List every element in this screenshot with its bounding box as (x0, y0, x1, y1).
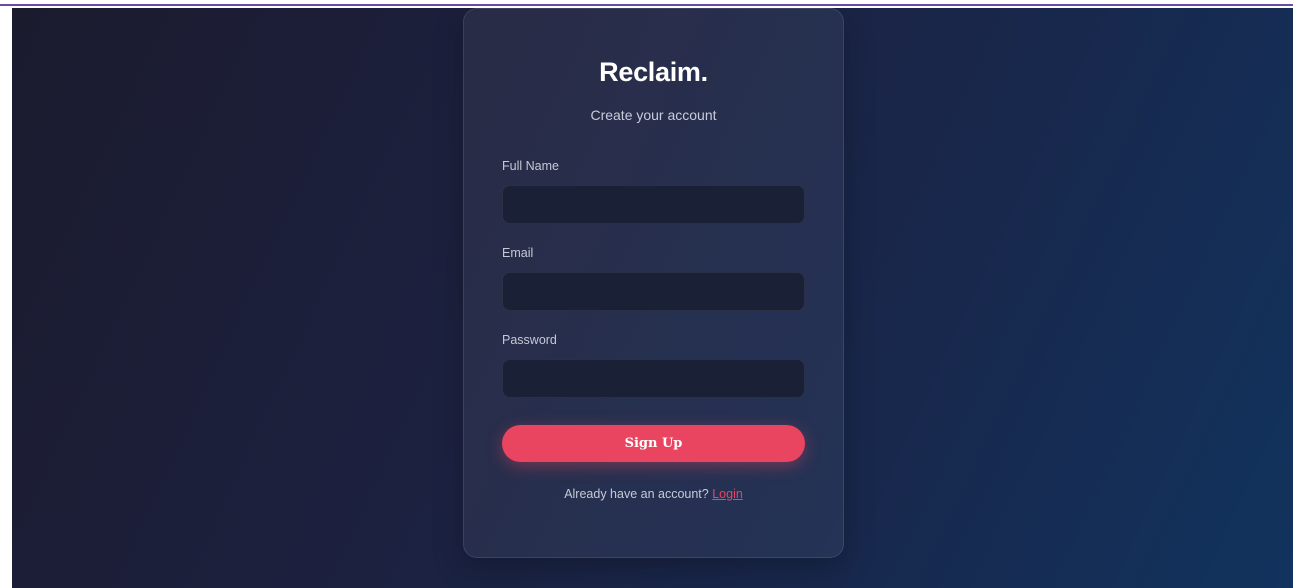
password-input[interactable] (502, 359, 805, 398)
password-label: Password (502, 333, 557, 347)
brand-logo: Reclaim. (599, 57, 708, 87)
page-subtitle: Create your account (590, 107, 717, 123)
login-prompt: Already have an account? Login (464, 487, 843, 501)
left-edge-strip (0, 6, 12, 588)
page-background: Reclaim. Create your account Full Name E… (12, 8, 1293, 588)
email-input[interactable] (502, 272, 805, 311)
full-name-label: Full Name (502, 159, 559, 173)
login-link[interactable]: Login (712, 487, 743, 501)
top-accent-bar (0, 0, 1293, 6)
login-prompt-text: Already have an account? (564, 487, 713, 501)
signup-card: Reclaim. Create your account Full Name E… (463, 8, 844, 558)
sign-up-button[interactable]: Sign Up (502, 425, 805, 462)
full-name-input[interactable] (502, 185, 805, 224)
email-label: Email (502, 246, 534, 260)
